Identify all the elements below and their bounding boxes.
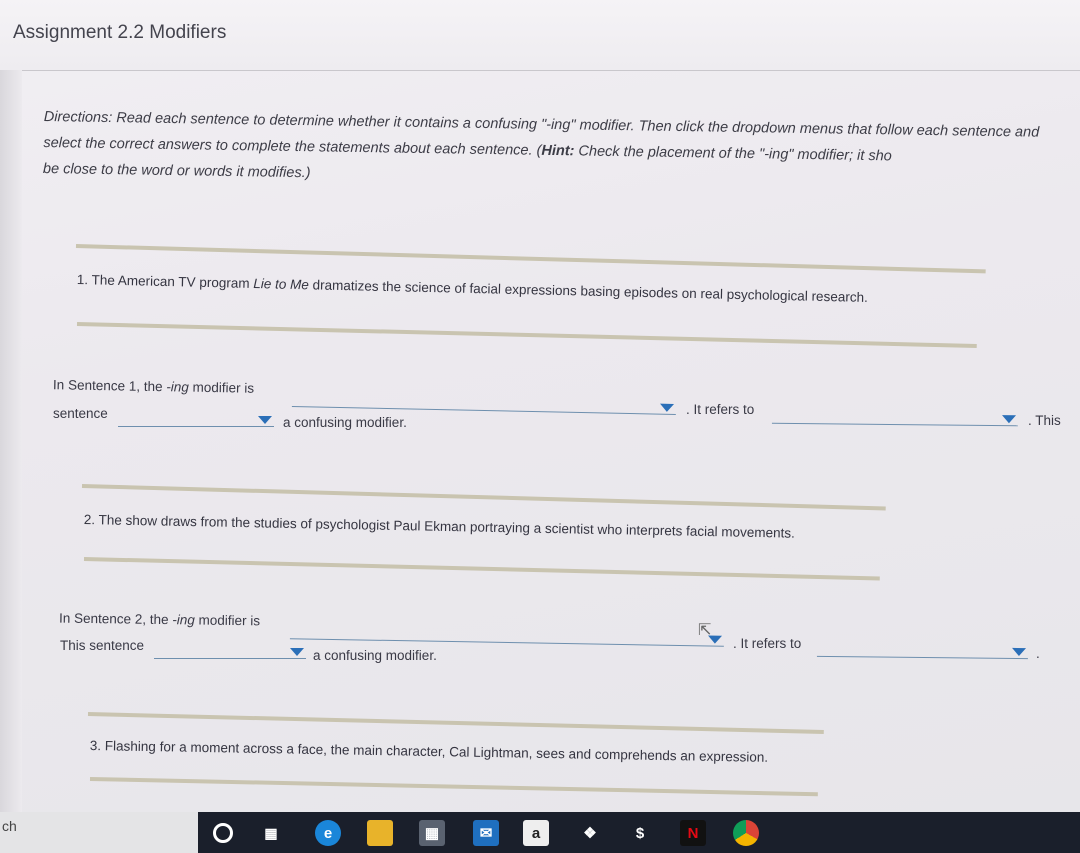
amazon-icon[interactable]: a (523, 820, 549, 846)
q2-modifier-dropdown[interactable] (289, 624, 725, 647)
store-icon[interactable]: ▦ (419, 820, 445, 846)
q1-statement-line2: sentence (53, 406, 108, 421)
sentence-1-prefix: 1. The American TV program (76, 272, 254, 292)
chevron-down-icon (1001, 415, 1017, 424)
q1-refers-dropdown[interactable] (771, 408, 1019, 427)
sentence-1-title: Lie to Me (253, 276, 310, 293)
cortana-icon[interactable] (210, 820, 236, 846)
q1-text: In Sentence 1, the (52, 377, 167, 395)
windows-taskbar: ch ▦ e ▦ ✉ a ❖ $ N (0, 812, 1080, 853)
file-explorer-icon[interactable] (367, 820, 393, 846)
directions-body-3: be close to the word or words it modifie… (42, 160, 311, 182)
q2-statement-line2: This sentence (60, 638, 145, 653)
divider (83, 557, 880, 581)
q2-refers-label: . It refers to (733, 636, 802, 651)
q1-refers-label: . It refers to (686, 402, 755, 417)
assignment-page: Assignment 2.2 Modifiers Directions: Rea… (0, 0, 1080, 812)
page-title: Assignment 2.2 Modifiers (13, 22, 227, 43)
sentence-1: 1. The American TV program Lie to Me dra… (77, 272, 997, 308)
q1-confusing-dropdown[interactable] (118, 412, 274, 427)
mouse-cursor-icon: ⇱ (698, 622, 712, 639)
q2-text: In Sentence 2, the (58, 610, 173, 628)
divider (75, 244, 986, 274)
chevron-down-icon (290, 648, 304, 656)
directions-text: Directions: Read each sentence to determ… (43, 104, 1074, 198)
hint-label: Hint: (541, 142, 575, 160)
chevron-down-icon (258, 416, 272, 424)
chevron-down-icon (659, 403, 675, 412)
divider (87, 712, 824, 734)
divider (89, 777, 818, 797)
sentence-1-suffix: dramatizes the science of facial express… (308, 277, 868, 305)
circle-icon (213, 823, 233, 843)
directions-lead: Directions: (43, 108, 113, 127)
window-edge (0, 70, 22, 812)
q2-statement-line1: In Sentence 2, the -ing modifier is (59, 611, 260, 629)
sentence-3: 3. Flashing for a moment across a face, … (89, 738, 769, 765)
header-bar: Assignment 2.2 Modifiers (0, 0, 1080, 71)
sentence-2: 2. The show draws from the studies of ps… (83, 512, 795, 541)
q1-statement-line1: In Sentence 1, the -ing modifier is (53, 377, 254, 396)
divider (81, 484, 886, 511)
q2-ing: -ing (172, 612, 195, 628)
q2-statement-end: a confusing modifier. (313, 648, 437, 663)
dropbox-icon[interactable]: ❖ (577, 820, 603, 846)
q1-modifier-dropdown[interactable] (291, 391, 677, 416)
chrome-icon[interactable] (733, 820, 759, 846)
q1-text-b: modifier is (188, 379, 255, 396)
directions-body-2: Check the placement of the "-ing" modifi… (574, 143, 892, 165)
chevron-down-icon (1011, 647, 1027, 657)
q1-statement-end: a confusing modifier. (283, 415, 407, 430)
netflix-icon[interactable]: N (680, 820, 706, 846)
dollar-app-icon[interactable]: $ (627, 820, 653, 846)
taskbar-search-box[interactable]: ch (0, 812, 198, 853)
q2-refers-dropdown[interactable] (816, 641, 1029, 660)
q2-text-b: modifier is (194, 612, 261, 629)
divider (76, 322, 977, 348)
edge-icon[interactable]: e (315, 820, 341, 846)
search-label: ch (2, 818, 17, 834)
q1-end-label: . This (1028, 413, 1061, 428)
task-view-icon[interactable]: ▦ (258, 820, 284, 846)
q2-end-label: . (1036, 646, 1040, 661)
q1-ing: -ing (166, 379, 189, 395)
mail-icon[interactable]: ✉ (473, 820, 499, 846)
q2-confusing-dropdown[interactable] (154, 644, 306, 659)
